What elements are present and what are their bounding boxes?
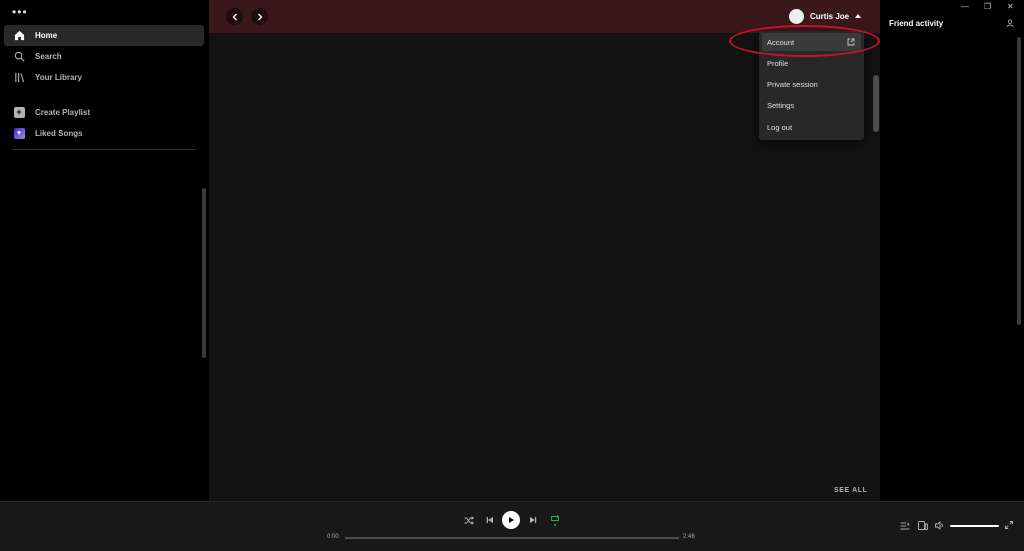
sidebar-divider <box>12 149 196 150</box>
user-name: Curtis Joe <box>810 11 850 21</box>
expand-icon <box>1004 520 1013 529</box>
library-icon <box>12 71 26 85</box>
menu-item-account[interactable]: Account <box>762 33 861 51</box>
menu-item-label: Account <box>767 37 795 47</box>
external-link-icon <box>847 38 855 46</box>
back-button[interactable] <box>226 8 243 25</box>
repeat-icon <box>551 514 560 521</box>
menu-item-label: Log out <box>767 122 793 132</box>
main-scrollbar[interactable] <box>873 75 879 132</box>
sidebar: ••• Home Search Your Library + Create Pl… <box>0 0 209 501</box>
menu-item-private-session[interactable]: Private session <box>762 75 861 93</box>
menu-item-label: Private session <box>767 79 818 89</box>
fullscreen-button[interactable] <box>1003 519 1014 530</box>
home-icon <box>12 29 26 43</box>
forward-button[interactable] <box>251 8 268 25</box>
friend-activity-title: Friend activity <box>889 19 944 28</box>
sidebar-item-label: Liked Songs <box>35 129 83 138</box>
menu-item-label: Profile <box>767 58 789 68</box>
shuffle-button[interactable] <box>463 514 475 526</box>
sidebar-item-label: Create Playlist <box>35 108 91 117</box>
caret-up-icon <box>855 14 862 18</box>
connect-device-button[interactable] <box>917 520 929 531</box>
avatar <box>789 8 804 24</box>
mute-button[interactable] <box>934 520 946 531</box>
volume-slider[interactable] <box>950 525 999 527</box>
minimize-button[interactable]: — <box>961 2 969 11</box>
skip-forward-icon <box>530 517 537 523</box>
sidebar-item-your-library[interactable]: Your Library <box>4 67 204 88</box>
next-button[interactable] <box>527 514 539 526</box>
user-menu-button[interactable]: Curtis Joe <box>789 7 862 25</box>
sidebar-item-create-playlist[interactable]: + Create Playlist <box>4 102 204 123</box>
skip-back-icon <box>486 517 493 523</box>
play-button[interactable] <box>502 511 520 529</box>
menu-item-settings[interactable]: Settings <box>762 96 861 114</box>
play-icon <box>509 517 514 523</box>
repeat-button[interactable] <box>548 512 562 528</box>
friend-activity-panel: Friend activity — ❐ ✕ <box>880 0 1024 501</box>
repeat-active-dot <box>554 524 556 526</box>
sidebar-item-search[interactable]: Search <box>4 46 204 67</box>
friend-activity-scrollbar[interactable] <box>1017 37 1021 325</box>
more-options-icon[interactable]: ••• <box>12 6 28 18</box>
sidebar-item-label: Search <box>35 52 62 61</box>
search-icon <box>12 50 26 64</box>
previous-button[interactable] <box>484 514 496 526</box>
menu-item-profile[interactable]: Profile <box>762 54 861 72</box>
restore-button[interactable]: ❐ <box>984 2 991 11</box>
progress-bar[interactable] <box>345 537 679 539</box>
sidebar-item-liked-songs[interactable]: ♥ Liked Songs <box>4 123 204 144</box>
chevron-right-icon <box>257 13 262 20</box>
sidebar-item-home[interactable]: Home <box>4 25 204 46</box>
volume-icon <box>935 521 943 530</box>
track-duration: 2:46 <box>683 534 695 540</box>
see-all-link[interactable]: SEE ALL <box>834 487 868 494</box>
shuffle-icon <box>464 515 474 525</box>
queue-icon <box>900 522 910 529</box>
queue-button[interactable] <box>899 520 911 531</box>
devices-icon <box>918 521 928 530</box>
sidebar-item-label: Your Library <box>35 73 82 82</box>
plus-icon: + <box>12 106 26 120</box>
top-bar: Curtis Joe <box>209 0 880 33</box>
sidebar-item-label: Home <box>35 31 58 40</box>
elapsed-time: 0:00 <box>327 534 339 540</box>
close-button[interactable]: ✕ <box>1007 2 1014 11</box>
heart-icon: ♥ <box>12 127 26 141</box>
user-dropdown-menu: Account Profile Private session Settings… <box>759 31 864 140</box>
menu-item-log-out[interactable]: Log out <box>762 118 861 136</box>
menu-item-label: Settings <box>767 100 795 110</box>
player-bar: 0:00 2:46 <box>0 501 1024 551</box>
add-friend-icon[interactable] <box>1006 19 1015 28</box>
sidebar-scrollbar[interactable] <box>202 188 206 358</box>
chevron-left-icon <box>232 13 237 20</box>
